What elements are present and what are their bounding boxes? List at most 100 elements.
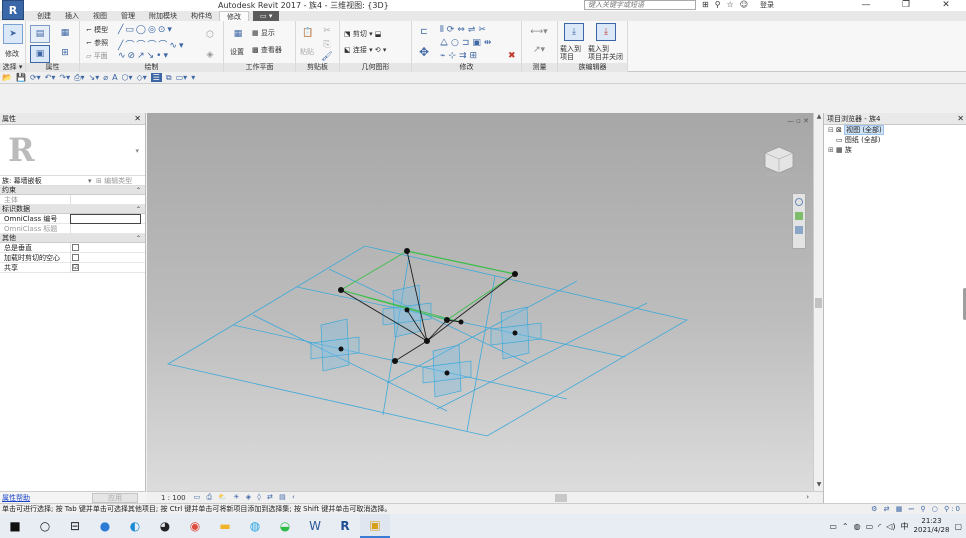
view-scale[interactable]: 1 : 100 — [161, 494, 186, 502]
windows-start-icon[interactable]: ■ — [0, 514, 30, 538]
edge-browser-icon[interactable]: ◐ — [120, 514, 150, 538]
print-icon[interactable]: ⎙▾ — [74, 73, 84, 83]
save-icon[interactable]: 💾 — [16, 73, 26, 82]
align-icon[interactable]: ⊏ — [416, 24, 432, 40]
dimension-icon[interactable]: ↗▾ — [526, 43, 552, 57]
always-vertical-checkbox[interactable] — [72, 244, 79, 251]
shared-checkbox[interactable]: ☑ — [72, 264, 79, 271]
modify-tools-row2[interactable]: ⧋○⊐▣⇹ — [440, 38, 494, 48]
tray-expand-icon[interactable]: ⌃ — [842, 522, 849, 531]
modify-tools-row1[interactable]: ⫴⟳⇔⇌✂ — [440, 25, 489, 35]
tab-view[interactable]: 视图 — [86, 11, 114, 21]
section-icon[interactable]: ◇▾ — [137, 73, 147, 82]
plane-icon[interactable]: ▱ — [86, 52, 94, 60]
void-icon[interactable]: ◈ — [200, 47, 220, 63]
tab-addins[interactable]: 附加模块 — [142, 11, 184, 21]
file-explorer-icon[interactable]: ▬ — [210, 514, 240, 538]
selection-filter-count[interactable]: ⚲:0 — [944, 505, 962, 513]
redo-icon[interactable]: ↷▾ — [59, 73, 70, 82]
set-work-plane-icon[interactable]: ▦ — [228, 25, 248, 43]
edit-type-icon[interactable]: ⊞ — [96, 177, 104, 185]
modify-tools-row3[interactable]: ⌁⊹⇉⊞ — [440, 51, 480, 61]
view-control-icons[interactable]: ▭ ⎙ ⛅ ☀ ◈ ◊ ⇄ ▤ ‹ — [194, 493, 297, 502]
chrome-icon[interactable]: ◉ — [180, 514, 210, 538]
load-and-close-icon[interactable]: ⤓ — [596, 23, 616, 41]
expander-icon[interactable]: ⊞ — [828, 145, 836, 155]
scroll-right-icon[interactable]: › — [806, 493, 809, 501]
join-geometry-label[interactable]: 连接 — [353, 46, 367, 54]
tree-item-sheets[interactable]: ▭ 图纸 (全部) — [824, 135, 966, 145]
app-blue-icon[interactable]: ● — [90, 514, 120, 538]
properties-icon[interactable]: ▤ — [30, 25, 50, 43]
type-selector[interactable]: 族: 幕墙嵌板 ▾ ⊞ 编辑类型 — [0, 175, 145, 186]
application-menu-button[interactable]: R — [2, 0, 24, 20]
measure-icon[interactable]: ⟷▾ — [526, 25, 552, 39]
draw-shapes-row2[interactable]: ╱⌒⌒⌒⌒∿▾ — [118, 38, 185, 51]
qq-icon[interactable]: ◕ — [150, 514, 180, 538]
reference-plane-label[interactable]: 平面 — [94, 52, 108, 60]
customize-qat-icon[interactable]: ▾ — [191, 73, 195, 82]
paste-label[interactable]: 粘贴 — [300, 47, 314, 57]
match-properties-icon[interactable]: 🖌 — [320, 52, 334, 62]
search-input[interactable]: 键入关键字或短语 — [584, 0, 696, 10]
open-icon[interactable]: 📂 — [2, 73, 12, 82]
close-icon[interactable]: ✕ — [957, 113, 964, 125]
vertical-scrollbar[interactable]: ▲ ▼ — [813, 113, 823, 491]
battery-icon[interactable]: ▭ — [829, 522, 837, 531]
show-label[interactable]: 显示 — [261, 29, 275, 37]
load-into-project-icon[interactable]: ⤓ — [564, 23, 584, 41]
cut-geometry-label[interactable]: 剪切 — [353, 30, 367, 38]
family-types-icon[interactable]: ▣ — [30, 45, 50, 63]
collapse-icon[interactable]: ⌃ — [136, 234, 141, 243]
revit-taskbar-icon[interactable]: R — [330, 514, 360, 538]
network-icon[interactable]: ◍ — [854, 522, 861, 531]
star-icon[interactable]: ☆ — [727, 0, 734, 9]
word-icon[interactable]: W — [300, 514, 330, 538]
tree-item-views[interactable]: ⊟ ⊠ 视图 (全部) — [824, 125, 966, 135]
minimize-button[interactable]: — — [846, 0, 886, 10]
user-icon[interactable]: ☺ — [740, 0, 748, 9]
clock[interactable]: 21:23 2021/4/28 — [914, 517, 950, 535]
model-geometry[interactable] — [147, 113, 813, 491]
task-view-icon[interactable]: ⊟ — [60, 514, 90, 538]
screen-icon[interactable]: ▭ — [866, 522, 874, 531]
reference-line-icon[interactable]: ⌐ — [86, 39, 94, 47]
active-app-icon[interactable]: ▣ — [360, 514, 390, 538]
reference-line-label[interactable]: 参照 — [94, 39, 108, 47]
cut-geometry-icon[interactable]: ⬔ — [344, 30, 353, 38]
group-identity-data[interactable]: 标识数据 ⌃ — [0, 205, 145, 214]
subscription-icon[interactable]: ⚲ — [715, 0, 721, 9]
omniclass-number-field[interactable] — [70, 214, 141, 224]
browser-360-icon[interactable]: ◍ — [240, 514, 270, 538]
wechat-icon[interactable]: ◒ — [270, 514, 300, 538]
extrusion-icon[interactable]: ⬡ — [200, 27, 220, 43]
status-filter-icons[interactable]: ⚙ ⇄ ▦ ⎓ ⚲ ○ — [871, 505, 944, 513]
type-properties-icon[interactable]: ▦ — [56, 25, 74, 41]
horizontal-scrollbar-thumb[interactable] — [555, 494, 567, 502]
group-other[interactable]: 其他 ⌃ — [0, 234, 145, 243]
switch-windows-icon[interactable]: ▭▾ — [176, 73, 188, 82]
tab-modify[interactable]: 修改 — [219, 11, 249, 21]
set-label[interactable]: 设置 — [230, 47, 244, 57]
show-icon[interactable]: ▦ — [252, 29, 261, 37]
ime-indicator[interactable]: 中 — [901, 521, 909, 532]
binoculars-icon[interactable]: ⊞ — [702, 0, 709, 9]
delete-icon[interactable]: ✖ — [508, 51, 516, 61]
thin-lines-icon[interactable]: ☰ — [150, 73, 162, 82]
family-category-icon[interactable]: ⊞ — [56, 45, 74, 61]
collapse-icon[interactable]: ⌃ — [136, 205, 141, 214]
tab-overflow[interactable]: ▭ ▾ — [253, 11, 280, 21]
close-button[interactable]: ✕ — [926, 0, 966, 10]
tag-icon[interactable]: ⌀ — [103, 73, 108, 82]
close-icon[interactable]: ✕ — [134, 113, 141, 125]
draw-shapes-row1[interactable]: ╱▭◯◎⊙▾ — [118, 25, 174, 35]
paste-icon[interactable]: 📋 — [300, 25, 316, 41]
collapse-icon[interactable]: ⌃ — [136, 186, 141, 195]
chevron-down-icon[interactable]: ▾ — [135, 147, 139, 155]
login-button[interactable]: 登录 — [760, 0, 774, 10]
copy-icon[interactable]: ⎘ — [320, 39, 334, 51]
load-into-project-label[interactable]: 载入到 项目 — [560, 45, 581, 61]
tab-manage[interactable]: 管理 — [114, 11, 142, 21]
edit-type-button[interactable]: 编辑类型 — [104, 177, 132, 185]
search-icon[interactable]: ○ — [30, 514, 60, 538]
